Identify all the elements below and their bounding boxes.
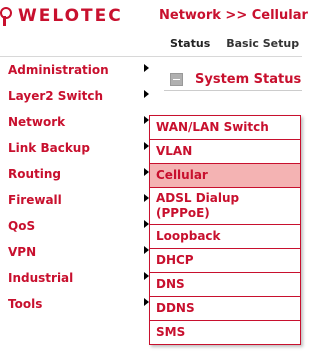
submenu-item-ddns[interactable]: DDNS <box>150 297 300 321</box>
submenu-item-sms[interactable]: SMS <box>150 321 300 344</box>
submenu-item-vlan[interactable]: VLAN <box>150 140 300 164</box>
chevron-right-icon <box>144 90 149 98</box>
network-submenu: WAN/LAN Switch VLAN Cellular ADSL Dialup… <box>149 115 301 345</box>
chevron-right-icon <box>144 64 149 72</box>
brand-name: WELOTEC <box>18 6 123 26</box>
sidebar-item-label: Layer2 Switch <box>8 89 104 103</box>
sidebar-item-routing[interactable]: Routing <box>8 165 153 191</box>
submenu-item-dhcp[interactable]: DHCP <box>150 249 300 273</box>
submenu-item-cellular[interactable]: Cellular <box>150 164 300 188</box>
submenu-item-wan-lan-switch[interactable]: WAN/LAN Switch <box>150 116 300 140</box>
sidebar-item-label: QoS <box>8 219 36 233</box>
brand-logo: WELOTEC <box>0 4 123 28</box>
sidebar-item-layer2-switch[interactable]: Layer2 Switch <box>8 87 153 113</box>
sidebar-item-label: Routing <box>8 167 62 181</box>
welotec-logo-icon <box>0 5 12 27</box>
page-title: Network >> Cellular <box>159 8 308 23</box>
sidebar: Administration Layer2 Switch Network Lin… <box>8 61 153 321</box>
tab-bar: Status Basic Setup <box>170 37 299 50</box>
sidebar-item-label: Link Backup <box>8 141 90 155</box>
sidebar-item-label: Industrial <box>8 271 74 285</box>
sidebar-item-label: Network <box>8 115 66 129</box>
sidebar-item-firewall[interactable]: Firewall <box>8 191 153 217</box>
submenu-item-dns[interactable]: DNS <box>150 273 300 297</box>
tab-basic-setup[interactable]: Basic Setup <box>226 37 299 50</box>
sidebar-item-vpn[interactable]: VPN <box>8 243 153 269</box>
minus-icon[interactable] <box>170 73 183 86</box>
system-status-title: System Status <box>195 72 302 87</box>
system-status-header[interactable]: System Status <box>170 72 301 87</box>
sidebar-item-label: Tools <box>8 297 43 311</box>
sidebar-item-tools[interactable]: Tools <box>8 295 153 321</box>
tab-divider <box>0 56 302 57</box>
sidebar-item-administration[interactable]: Administration <box>8 61 153 87</box>
sidebar-item-industrial[interactable]: Industrial <box>8 269 153 295</box>
sidebar-item-label: Administration <box>8 63 109 77</box>
submenu-item-loopback[interactable]: Loopback <box>150 225 300 249</box>
sidebar-item-network[interactable]: Network <box>8 113 153 139</box>
sidebar-item-label: VPN <box>8 245 37 259</box>
submenu-item-adsl-dialup[interactable]: ADSL Dialup (PPPoE) <box>150 188 300 225</box>
tab-status[interactable]: Status <box>170 37 210 50</box>
sidebar-item-qos[interactable]: QoS <box>8 217 153 243</box>
sidebar-item-label: Firewall <box>8 193 62 207</box>
panel-divider <box>164 90 302 91</box>
sidebar-item-link-backup[interactable]: Link Backup <box>8 139 153 165</box>
